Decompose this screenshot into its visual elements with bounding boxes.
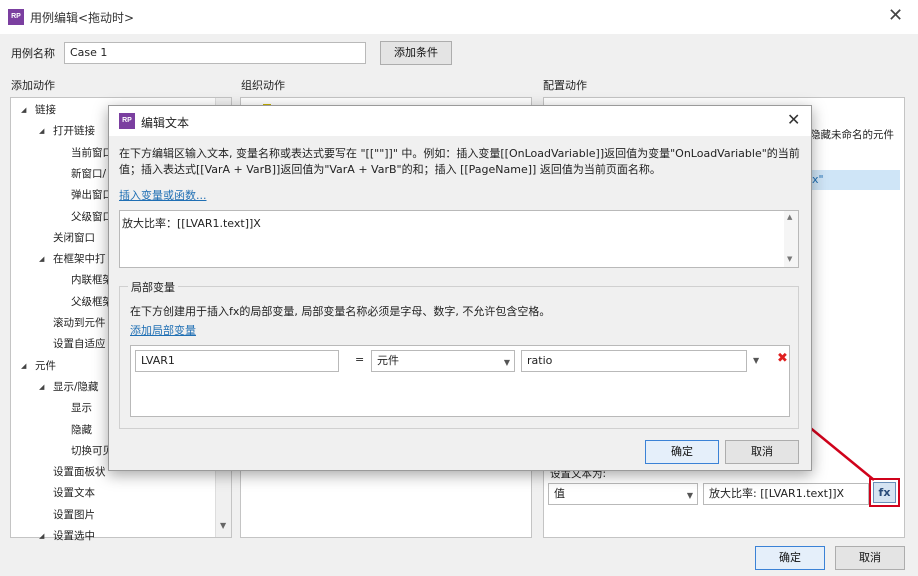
var-name-input[interactable]: LVAR1 bbox=[135, 350, 339, 372]
add-local-var-link[interactable]: 添加局部变量 bbox=[130, 322, 196, 338]
tree-item[interactable]: 显示/隐藏 bbox=[53, 379, 99, 394]
case-name-label: 用例名称 bbox=[11, 47, 55, 60]
dialog-logo-icon: RP bbox=[119, 113, 135, 129]
equals-sign: = bbox=[355, 353, 365, 366]
tree-item[interactable]: 链接 bbox=[35, 102, 56, 117]
value-type-text: 值 bbox=[554, 487, 565, 500]
add-action-heading: 添加动作 bbox=[11, 79, 55, 92]
tree-expand-icon[interactable]: ◢ bbox=[21, 362, 26, 370]
tree-item[interactable]: 打开链接 bbox=[53, 123, 95, 138]
tree-item[interactable]: 弹出窗口 bbox=[71, 187, 113, 202]
organize-action-heading: 组织动作 bbox=[241, 79, 285, 92]
value-text-input[interactable]: 放大比率: [[LVAR1.text]]X bbox=[703, 483, 869, 505]
editor-scrollbar[interactable]: ▲ ▼ bbox=[784, 211, 798, 267]
editor-text: 放大比率：[[LVAR1.text]]X bbox=[122, 217, 261, 230]
ok-button[interactable]: 确定 bbox=[755, 546, 825, 570]
window-title: 用例编辑<拖动时> bbox=[30, 11, 135, 25]
insert-variable-link[interactable]: 插入变量或函数... bbox=[119, 187, 207, 203]
delete-var-icon[interactable]: ✖ bbox=[777, 351, 788, 366]
var-target-text: ratio bbox=[527, 354, 553, 367]
fx-button[interactable]: fx bbox=[873, 482, 896, 503]
window-titlebar: RP 用例编辑<拖动时> ✕ bbox=[0, 0, 918, 34]
local-vars-list: LVAR1 = 元件 ▼ ratio ▼ ✖ bbox=[130, 345, 790, 417]
scroll-down-arrow-icon[interactable]: ▼ bbox=[787, 255, 792, 263]
tree-item[interactable]: 设置选中 bbox=[53, 528, 95, 543]
dialog-cancel-button[interactable]: 取消 bbox=[725, 440, 799, 464]
value-type-select[interactable]: 值 ▼ bbox=[548, 483, 698, 505]
tree-item[interactable]: 关闭窗口 bbox=[53, 230, 95, 245]
scroll-up-arrow-icon[interactable]: ▲ bbox=[787, 213, 792, 221]
var-type-text: 元件 bbox=[377, 354, 399, 367]
hide-unnamed-label[interactable]: 隐藏未命名的元件 bbox=[810, 127, 894, 142]
tree-item[interactable]: 新窗口/ bbox=[71, 166, 106, 181]
var-type-select[interactable]: 元件 ▼ bbox=[371, 350, 515, 372]
tree-item[interactable]: 显示 bbox=[71, 400, 92, 415]
tree-expand-icon[interactable]: ◢ bbox=[21, 106, 26, 114]
window-close-icon[interactable]: ✕ bbox=[888, 5, 903, 26]
dialog-ok-button[interactable]: 确定 bbox=[645, 440, 719, 464]
add-condition-button[interactable]: 添加条件 bbox=[380, 41, 452, 65]
tree-expand-icon[interactable]: ◢ bbox=[39, 127, 44, 135]
tree-item[interactable]: 隐藏 bbox=[71, 422, 92, 437]
tree-item[interactable]: 在框架中打 bbox=[53, 251, 106, 266]
tree-expand-icon[interactable]: ◢ bbox=[39, 255, 44, 263]
dialog-titlebar: RP 编辑文本 ✕ bbox=[109, 106, 811, 136]
tree-item[interactable]: 设置面板状 bbox=[53, 464, 106, 479]
chevron-down-icon: ▼ bbox=[686, 491, 693, 500]
tree-item[interactable]: 元件 bbox=[35, 358, 56, 373]
dialog-close-icon[interactable]: ✕ bbox=[787, 110, 800, 129]
tree-item[interactable]: 滚动到元件 bbox=[53, 315, 106, 330]
tree-item[interactable]: 切换可见 bbox=[71, 443, 113, 458]
tree-item[interactable]: 内联框架 bbox=[71, 272, 113, 287]
tree-item[interactable]: 父级框架 bbox=[71, 294, 113, 309]
tree-expand-icon[interactable]: ◢ bbox=[39, 532, 44, 540]
dialog-title: 编辑文本 bbox=[141, 116, 190, 130]
local-vars-title: 局部变量 bbox=[128, 279, 178, 295]
case-name-input[interactable]: Case 1 bbox=[64, 42, 366, 64]
tree-item[interactable]: 父级窗口 bbox=[71, 209, 113, 224]
dialog-instructions: 在下方编辑区输入文本, 变量名称或表达式要写在 "[[""]]" 中。例如：插入… bbox=[119, 147, 800, 176]
tree-item[interactable]: 设置文本 bbox=[53, 485, 95, 500]
tree-item[interactable]: 当前窗口 bbox=[71, 145, 113, 160]
edit-text-dialog: RP 编辑文本 ✕ 在下方编辑区输入文本, 变量名称或表达式要写在 "[[""]… bbox=[108, 105, 812, 471]
app-logo-icon: RP bbox=[8, 9, 24, 25]
local-vars-description: 在下方创建用于插入fx的局部变量, 局部变量名称必须是字母、数字, 不允许包含空… bbox=[130, 305, 551, 318]
chevron-down-icon: ▼ bbox=[503, 358, 510, 367]
local-vars-group: 局部变量 在下方创建用于插入fx的局部变量, 局部变量名称必须是字母、数字, 不… bbox=[119, 279, 799, 429]
scroll-down-arrow-icon[interactable]: ▼ bbox=[220, 521, 226, 530]
var-target-select[interactable]: ratio bbox=[521, 350, 747, 372]
cancel-button[interactable]: 取消 bbox=[835, 546, 905, 570]
tree-item[interactable]: 设置图片 bbox=[53, 507, 95, 522]
tree-expand-icon[interactable]: ◢ bbox=[39, 383, 44, 391]
tree-item[interactable]: 设置自适应 bbox=[53, 336, 106, 351]
target-chevron-down-icon[interactable]: ▼ bbox=[753, 356, 759, 365]
configure-action-heading: 配置动作 bbox=[543, 79, 587, 92]
text-editor-area[interactable]: 放大比率：[[LVAR1.text]]X ▲ ▼ bbox=[119, 210, 799, 268]
selected-widget-text: x" bbox=[812, 173, 824, 186]
